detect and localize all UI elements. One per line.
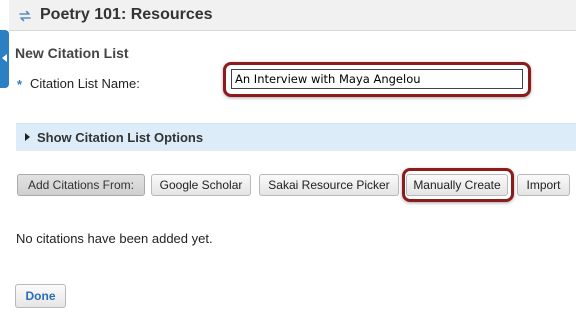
collapse-arrow-icon — [2, 54, 7, 62]
google-scholar-button[interactable]: Google Scholar — [151, 174, 251, 196]
swap-arrows-icon — [19, 10, 31, 22]
citation-list-name-input[interactable] — [231, 69, 523, 89]
page-title: Poetry 101: Resources — [40, 6, 213, 23]
expand-arrow-icon — [25, 133, 30, 141]
name-field-highlight — [223, 62, 531, 97]
manually-create-highlight — [402, 168, 514, 202]
section-title: New Citation List — [15, 45, 129, 61]
sidebar-collapse-tab[interactable] — [0, 30, 9, 88]
done-button[interactable]: Done — [15, 284, 66, 308]
page-header: Poetry 101: Resources — [9, 0, 576, 31]
empty-citations-message: No citations have been added yet. — [16, 231, 213, 246]
import-button[interactable]: Import — [517, 174, 570, 196]
add-citations-from-label: Add Citations From: — [17, 174, 145, 196]
citation-list-name-label: Citation List Name: — [30, 76, 140, 91]
required-marker: * — [17, 77, 23, 92]
sakai-resource-picker-button[interactable]: Sakai Resource Picker — [259, 174, 399, 196]
options-toggle-label: Show Citation List Options — [37, 130, 204, 145]
citation-list-options-toggle[interactable]: Show Citation List Options — [16, 123, 576, 151]
